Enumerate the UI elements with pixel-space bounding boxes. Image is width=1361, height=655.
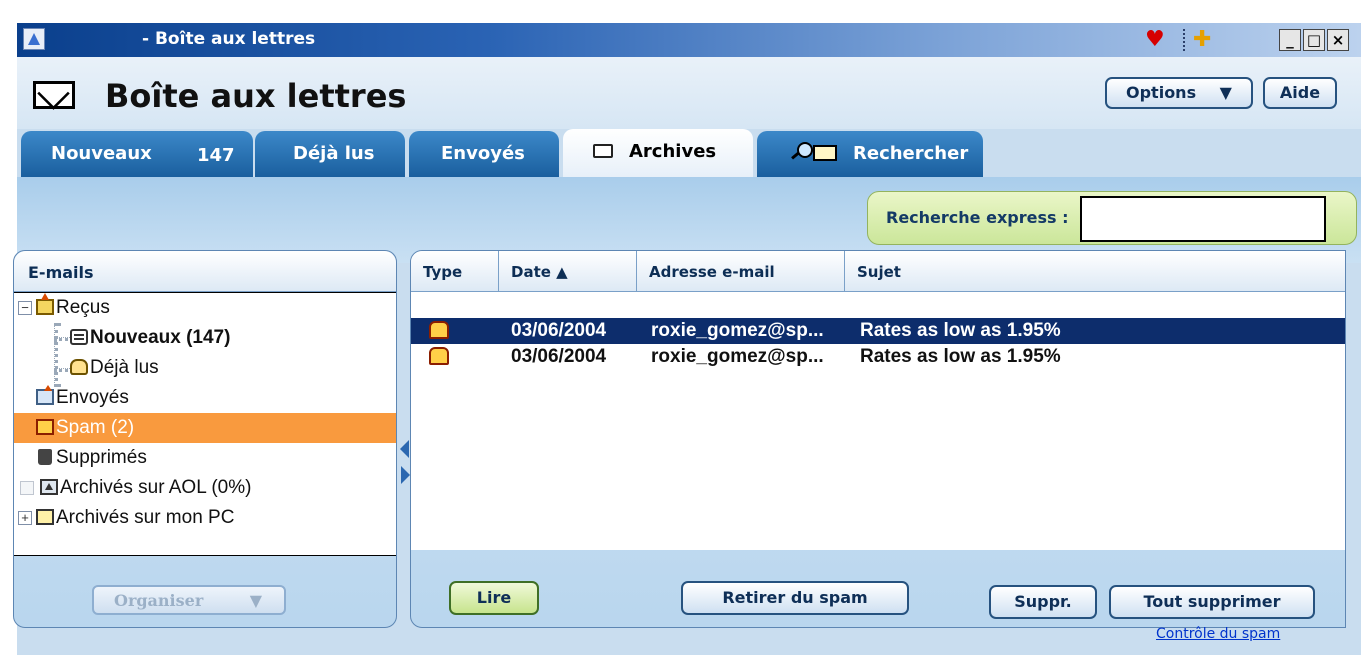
checkbox[interactable] — [20, 481, 34, 495]
message-date: 03/06/2004 — [511, 346, 607, 367]
message-row[interactable]: 03/06/2004 roxie_gomez@sp... Rates as lo… — [411, 318, 1345, 344]
folder-label: Déjà lus — [90, 357, 159, 378]
column-label: Adresse e-mail — [649, 263, 775, 281]
message-subject: Rates as low as 1.95% — [860, 320, 1061, 341]
mailbox-header: Boîte aux lettres Options ▼ Aide — [17, 57, 1361, 129]
message-date: 03/06/2004 — [511, 320, 607, 341]
tab-read[interactable]: Déjà lus — [255, 131, 405, 177]
folder-panel: E-mails − Reçus Nouveaux (147) Déjà lus … — [13, 250, 397, 628]
title-bar[interactable]: - Boîte aux lettres ♥ ✚ _ □ × — [17, 23, 1361, 57]
tab-read-label: Déjà lus — [293, 143, 375, 164]
column-type[interactable]: Type — [411, 251, 499, 291]
archive-icon — [40, 479, 58, 495]
folder-new[interactable]: Nouveaux (147) — [14, 323, 396, 353]
delete-all-button[interactable]: Tout supprimer — [1109, 585, 1315, 619]
message-email: roxie_gomez@sp... — [651, 346, 824, 367]
help-button[interactable]: Aide — [1263, 77, 1337, 109]
tab-sent-label: Envoyés — [441, 143, 525, 164]
spam-icon — [36, 419, 54, 435]
envelope-icon — [33, 81, 75, 109]
page-title: Boîte aux lettres — [105, 77, 407, 115]
folder-tree: − Reçus Nouveaux (147) Déjà lus Envoyés … — [14, 292, 396, 556]
expand-right-icon[interactable] — [401, 466, 410, 484]
folder-label: Archivés sur mon PC — [56, 507, 235, 528]
column-label: Type — [423, 263, 463, 281]
column-subject[interactable]: Sujet — [845, 251, 1345, 291]
quick-search: Recherche express : — [867, 191, 1357, 245]
heart-icon[interactable]: ♥ — [1145, 29, 1171, 51]
spam-mail-icon — [429, 347, 449, 365]
column-label: Date ▲ — [511, 263, 568, 281]
aol-mail-window: - Boîte aux lettres ♥ ✚ _ □ × Boîte aux … — [0, 0, 1361, 655]
tab-new[interactable]: Nouveaux 147 — [21, 131, 253, 177]
folder-received[interactable]: − Reçus — [14, 293, 396, 323]
magnifier-icon — [791, 142, 813, 160]
app-icon[interactable] — [23, 28, 45, 50]
folder-read[interactable]: Déjà lus — [14, 353, 396, 383]
pc-archive-icon — [36, 509, 54, 525]
tab-archives-label: Archives — [629, 141, 717, 162]
tab-bar: Nouveaux 147 Déjà lus Envoyés Archives R… — [17, 129, 1361, 177]
folder-label: Envoyés — [56, 387, 129, 408]
column-email[interactable]: Adresse e-mail — [637, 251, 845, 291]
folder-panel-title: E-mails — [28, 263, 94, 282]
maximize-button[interactable]: □ — [1303, 29, 1325, 51]
expand-icon[interactable]: + — [18, 511, 32, 525]
separator — [1183, 29, 1189, 51]
read-mail-icon — [70, 359, 88, 375]
minimize-button[interactable]: _ — [1279, 29, 1301, 51]
close-button[interactable]: × — [1327, 29, 1349, 51]
read-button[interactable]: Lire — [449, 581, 539, 615]
spam-mail-icon — [429, 321, 449, 339]
message-email: roxie_gomez@sp... — [651, 320, 824, 341]
sent-icon — [36, 385, 54, 405]
organize-label: Organiser — [114, 591, 204, 610]
message-list: 03/06/2004 roxie_gomez@sp... Rates as lo… — [411, 292, 1345, 550]
message-subject: Rates as low as 1.95% — [860, 346, 1061, 367]
column-label: Sujet — [857, 263, 901, 281]
quick-search-input[interactable] — [1080, 196, 1326, 242]
folder-icon — [593, 144, 613, 158]
tab-search[interactable]: Rechercher — [757, 131, 983, 177]
tab-new-count: 147 — [197, 145, 235, 166]
spam-control-link[interactable]: Contrôle du spam — [1156, 626, 1280, 642]
folder-archived-pc[interactable]: + Archivés sur mon PC — [14, 503, 396, 533]
folder-sent[interactable]: Envoyés — [14, 383, 396, 413]
folder-label: Supprimés — [56, 447, 147, 468]
chevron-down-icon: ▼ — [249, 591, 262, 610]
tab-search-label: Rechercher — [853, 143, 969, 164]
folder-label: Nouveaux (147) — [90, 327, 231, 348]
options-label: Options — [1126, 83, 1197, 102]
folder-label: Reçus — [56, 297, 110, 318]
chevron-down-icon: ▼ — [1219, 83, 1232, 102]
buddy-icon[interactable]: ✚ — [1193, 27, 1223, 53]
window-title: - Boîte aux lettres — [142, 29, 316, 49]
delete-button[interactable]: Suppr. — [989, 585, 1097, 619]
envelope-small-icon — [813, 145, 837, 161]
panel-splitter[interactable] — [400, 440, 410, 490]
folder-archived-aol[interactable]: Archivés sur AOL (0%) — [14, 473, 396, 503]
message-panel: Type Date ▲ Adresse e-mail Sujet 03/06/2… — [410, 250, 1346, 628]
column-date[interactable]: Date ▲ — [499, 251, 637, 291]
folder-deleted[interactable]: Supprimés — [14, 443, 396, 473]
collapse-icon[interactable]: − — [18, 301, 32, 315]
collapse-left-icon[interactable] — [400, 440, 409, 458]
options-button[interactable]: Options ▼ — [1105, 77, 1253, 109]
tab-new-label: Nouveaux — [51, 143, 152, 164]
unspam-button[interactable]: Retirer du spam — [681, 581, 909, 615]
folder-spam[interactable]: Spam (2) — [14, 413, 396, 443]
folder-label: Archivés sur AOL (0%) — [60, 477, 252, 498]
message-row[interactable]: 03/06/2004 roxie_gomez@sp... Rates as lo… — [411, 344, 1345, 370]
trash-icon — [38, 449, 52, 465]
inbox-icon — [36, 293, 54, 315]
tab-archives[interactable]: Archives — [563, 129, 753, 177]
message-list-header: Type Date ▲ Adresse e-mail Sujet — [411, 251, 1345, 292]
folder-label: Spam (2) — [56, 417, 135, 438]
new-mail-icon — [70, 329, 88, 345]
organize-button: Organiser ▼ — [92, 585, 286, 615]
tab-sent[interactable]: Envoyés — [409, 131, 559, 177]
folder-panel-header: E-mails — [14, 251, 396, 292]
quick-search-label: Recherche express : — [886, 208, 1069, 227]
